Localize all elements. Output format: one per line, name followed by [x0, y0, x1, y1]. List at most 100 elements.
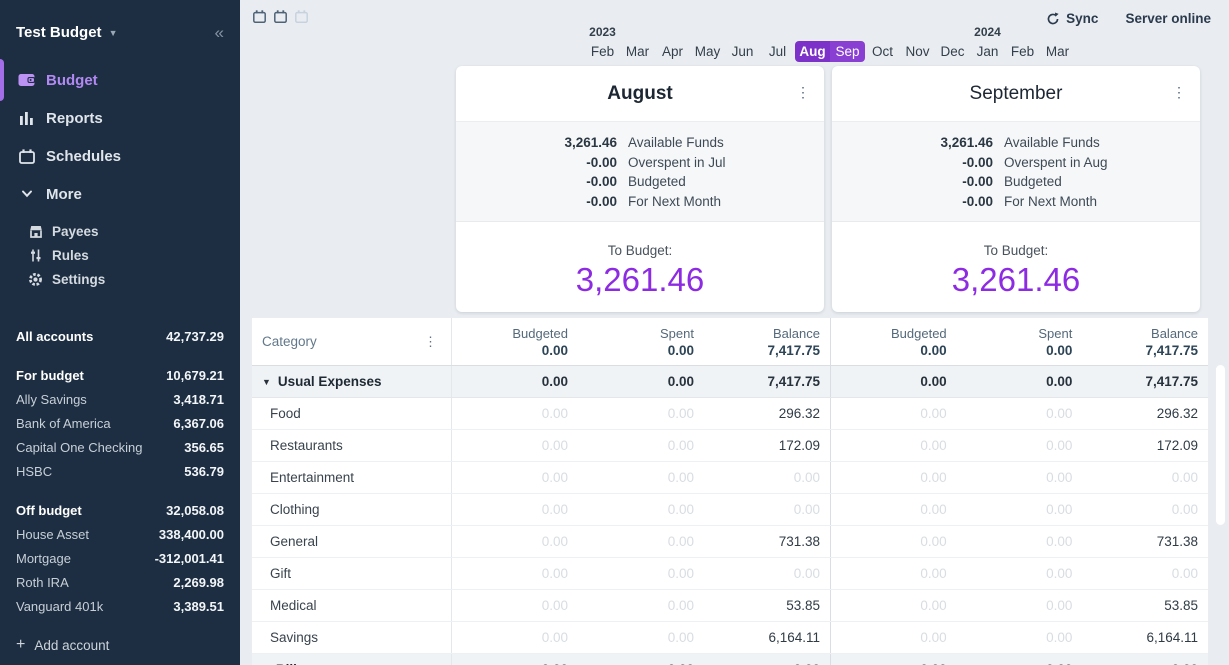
spent-cell[interactable]: 0.00	[578, 526, 704, 557]
sidebar-item-schedules[interactable]: Schedules	[0, 137, 240, 175]
spent-cell[interactable]: 0.00	[578, 558, 704, 589]
sidebar-item-budget[interactable]: Budget	[0, 61, 240, 99]
category-group-row[interactable]: ▼Usual Expenses 0.00 0.00 7,417.75 0.00 …	[252, 366, 1208, 398]
budgeted-cell[interactable]: 0.00	[452, 558, 578, 589]
to-budget-amount[interactable]: 3,261.46	[832, 261, 1200, 299]
category-name[interactable]: Restaurants	[252, 430, 452, 461]
balance-cell[interactable]: 0.00	[1082, 558, 1208, 589]
account-row[interactable]: Roth IRA 2,269.98	[16, 570, 224, 594]
budgeted-cell[interactable]: 0.00	[452, 462, 578, 493]
month-cell-selected[interactable]: Aug	[795, 25, 830, 62]
for-budget-row[interactable]: For budget 10,679.21	[16, 363, 224, 387]
balance-cell[interactable]: 0.00	[704, 558, 830, 589]
category-group-row[interactable]: ▶Bills 0.00 0.00 0.00 0.00 0.00 0.00	[252, 654, 1208, 665]
account-row[interactable]: Ally Savings 3,418.71	[16, 387, 224, 411]
budgeted-cell[interactable]: 0.00	[831, 622, 957, 653]
one-month-view-icon[interactable]	[253, 10, 266, 23]
balance-cell[interactable]: 296.32	[704, 398, 830, 429]
sidebar-item-more[interactable]: More	[0, 175, 240, 213]
balance-cell[interactable]: 296.32	[1082, 398, 1208, 429]
spent-cell[interactable]: 0.00	[957, 398, 1083, 429]
category-name[interactable]: Clothing	[252, 494, 452, 525]
month-menu-icon[interactable]: ⋮	[796, 85, 810, 99]
budget-file-menu[interactable]: Test Budget ▼	[16, 24, 117, 41]
category-name[interactable]: Entertainment	[252, 462, 452, 493]
category-name[interactable]: Food	[252, 398, 452, 429]
account-row[interactable]: Mortgage -312,001.41	[16, 546, 224, 570]
collapse-sidebar-button[interactable]: «	[215, 24, 224, 41]
month-cell[interactable]: Jun	[725, 25, 760, 62]
balance-cell[interactable]: 6,164.11	[1082, 622, 1208, 653]
two-month-view-icon[interactable]	[274, 10, 287, 23]
month-cell[interactable]: May	[690, 25, 725, 62]
to-budget-amount[interactable]: 3,261.46	[456, 261, 824, 299]
budgeted-cell[interactable]: 0.00	[831, 526, 957, 557]
account-row[interactable]: Bank of America 6,367.06	[16, 411, 224, 435]
three-month-view-icon[interactable]	[295, 10, 308, 23]
spent-cell[interactable]: 0.00	[578, 622, 704, 653]
category-row[interactable]: Gift 0.00 0.00 0.00 0.00 0.00 0.00	[252, 558, 1208, 590]
category-row[interactable]: Restaurants 0.00 0.00 172.09 0.00 0.00 1…	[252, 430, 1208, 462]
spent-cell[interactable]: 0.00	[957, 462, 1083, 493]
sidebar-item-payees[interactable]: Payees	[0, 219, 240, 243]
balance-cell[interactable]: 0.00	[1082, 494, 1208, 525]
month-cell[interactable]: Apr	[655, 25, 690, 62]
month-cell[interactable]: Jul	[760, 25, 795, 62]
category-header-cell[interactable]: Category ⋮	[252, 318, 452, 365]
budgeted-cell[interactable]: 0.00	[831, 558, 957, 589]
category-name[interactable]: Medical	[252, 590, 452, 621]
balance-cell[interactable]: 53.85	[704, 590, 830, 621]
category-row[interactable]: Medical 0.00 0.00 53.85 0.00 0.00 53.85	[252, 590, 1208, 622]
month-menu-icon[interactable]: ⋮	[1172, 85, 1186, 99]
balance-cell[interactable]: 0.00	[704, 494, 830, 525]
spent-cell[interactable]: 0.00	[578, 462, 704, 493]
balance-cell[interactable]: 172.09	[1082, 430, 1208, 461]
collapse-group-icon[interactable]: ▼	[262, 377, 271, 387]
account-row[interactable]: Vanguard 401k 3,389.51	[16, 594, 224, 618]
budgeted-cell[interactable]: 0.00	[452, 526, 578, 557]
off-budget-row[interactable]: Off budget 32,058.08	[16, 498, 224, 522]
spent-cell[interactable]: 0.00	[957, 494, 1083, 525]
budgeted-cell[interactable]: 0.00	[452, 622, 578, 653]
sidebar-item-settings[interactable]: Settings	[0, 267, 240, 291]
balance-cell[interactable]: 6,164.11	[704, 622, 830, 653]
account-row[interactable]: HSBC 536.79	[16, 459, 224, 483]
add-account-button[interactable]: + Add account	[16, 633, 224, 657]
budgeted-cell[interactable]: 0.00	[452, 494, 578, 525]
balance-cell[interactable]: 731.38	[704, 526, 830, 557]
budgeted-cell[interactable]: 0.00	[831, 590, 957, 621]
category-row[interactable]: General 0.00 0.00 731.38 0.00 0.00 731.3…	[252, 526, 1208, 558]
balance-cell[interactable]: 0.00	[1082, 462, 1208, 493]
balance-cell[interactable]: 53.85	[1082, 590, 1208, 621]
vertical-scrollbar-thumb[interactable]	[1216, 365, 1225, 525]
spent-cell[interactable]: 0.00	[957, 590, 1083, 621]
month-cell[interactable]: Dec	[935, 25, 970, 62]
spent-cell[interactable]: 0.00	[578, 494, 704, 525]
month-cell[interactable]: Mar	[620, 25, 655, 62]
budgeted-cell[interactable]: 0.00	[452, 430, 578, 461]
budgeted-cell[interactable]: 0.00	[831, 398, 957, 429]
server-status-button[interactable]: Server online	[1125, 11, 1211, 26]
spent-cell[interactable]: 0.00	[957, 558, 1083, 589]
sidebar-item-reports[interactable]: Reports	[0, 99, 240, 137]
balance-cell[interactable]: 0.00	[704, 462, 830, 493]
category-name[interactable]: Gift	[252, 558, 452, 589]
spent-cell[interactable]: 0.00	[957, 622, 1083, 653]
budgeted-cell[interactable]: 0.00	[452, 398, 578, 429]
month-cell-selected[interactable]: Sep	[830, 25, 865, 62]
month-cell[interactable]: Mar	[1040, 25, 1075, 62]
budgeted-cell[interactable]: 0.00	[831, 494, 957, 525]
category-row[interactable]: Clothing 0.00 0.00 0.00 0.00 0.00 0.00	[252, 494, 1208, 526]
month-cell[interactable]: Feb	[1005, 25, 1040, 62]
sidebar-item-rules[interactable]: Rules	[0, 243, 240, 267]
account-row[interactable]: House Asset 338,400.00	[16, 522, 224, 546]
balance-cell[interactable]: 731.38	[1082, 526, 1208, 557]
spent-cell[interactable]: 0.00	[957, 430, 1083, 461]
month-cell[interactable]: 2024Jan	[970, 25, 1005, 62]
category-name[interactable]: General	[252, 526, 452, 557]
sync-button[interactable]: Sync	[1046, 11, 1098, 26]
category-row[interactable]: Savings 0.00 0.00 6,164.11 0.00 0.00 6,1…	[252, 622, 1208, 654]
spent-cell[interactable]: 0.00	[578, 430, 704, 461]
category-menu-icon[interactable]: ⋮	[424, 334, 437, 350]
account-row[interactable]: Capital One Checking 356.65	[16, 435, 224, 459]
